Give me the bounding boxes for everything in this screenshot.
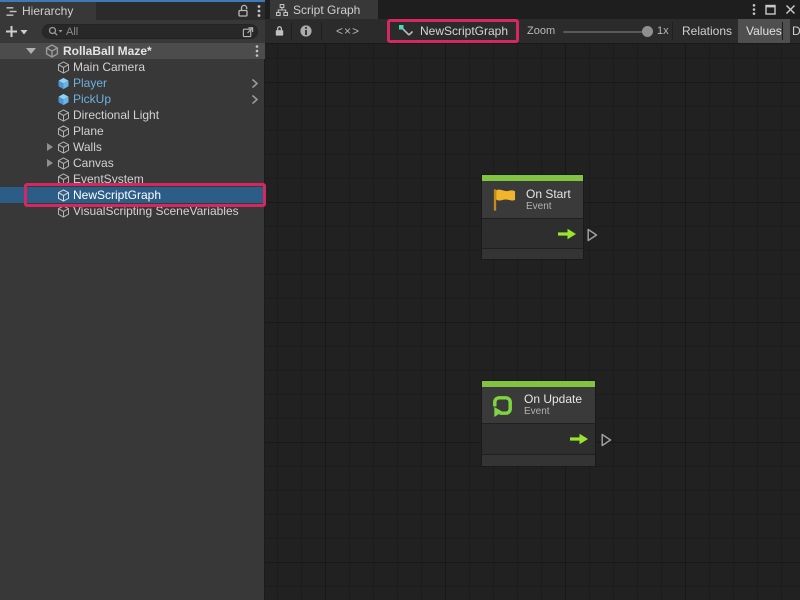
script-graph-tab-label: Script Graph <box>293 3 360 17</box>
maximize-icon[interactable] <box>765 4 776 15</box>
zoom-value: 1x <box>657 19 669 43</box>
trigger-output-arrow-icon[interactable] <box>558 228 577 240</box>
gameobject-cube-icon <box>56 188 70 202</box>
hierarchy-item-label: Plane <box>73 124 104 138</box>
graph-breadcrumb[interactable]: NewScriptGraph <box>387 19 519 43</box>
node-on-start[interactable]: On Start Event <box>481 174 584 260</box>
hierarchy-item-label: VisualScripting SceneVariables <box>73 204 239 218</box>
graph-tree-icon <box>276 4 288 16</box>
search-icon[interactable] <box>48 26 63 37</box>
zoom-slider-handle[interactable] <box>642 26 653 37</box>
info-icon <box>299 24 313 38</box>
node-footer <box>482 455 595 466</box>
loop-icon <box>490 393 515 418</box>
script-graph-tab-bar: Script Graph <box>265 0 800 19</box>
relations-toggle-button[interactable]: Relations <box>674 19 740 43</box>
gameobject-cube-icon <box>56 140 70 154</box>
trigger-output-arrow-icon[interactable] <box>570 433 589 445</box>
hierarchy-item-label: NewScriptGraph <box>73 188 161 202</box>
hierarchy-menu-kebab-icon[interactable] <box>257 4 261 18</box>
node-title: On Update <box>524 392 582 406</box>
node-on-update[interactable]: On Update Event <box>481 380 596 467</box>
script-graph-toolbar: <×> NewScriptGraph Zoom 1x Relations Val <box>265 19 800 44</box>
gameobject-cube-icon <box>56 108 70 122</box>
prefab-expand-chevron-icon[interactable] <box>251 78 259 89</box>
hierarchy-item-walls[interactable]: Walls <box>0 139 265 155</box>
hierarchy-item-newscriptgraph[interactable]: NewScriptGraph <box>0 187 265 203</box>
hierarchy-item-pickup[interactable]: PickUp <box>0 91 265 107</box>
scene-menu-kebab-icon[interactable] <box>255 44 259 58</box>
dropdown-caret-icon <box>20 29 28 35</box>
hierarchy-item-label: EventSystem <box>73 172 144 186</box>
hierarchy-toolbar <box>0 20 265 43</box>
dim-toggle-button[interactable]: Dim <box>784 19 800 43</box>
foldout-arrow-icon[interactable] <box>44 155 56 171</box>
zoom-slider-track[interactable] <box>563 31 650 33</box>
create-object-button[interactable] <box>5 25 28 38</box>
lock-icon <box>273 24 286 38</box>
hierarchy-item-main-camera[interactable]: Main Camera <box>0 59 265 75</box>
scene-name: RollaBall Maze* <box>63 44 152 58</box>
prefab-cube-icon <box>56 92 70 106</box>
flag-icon <box>490 187 517 213</box>
hierarchy-list-icon <box>6 6 17 17</box>
node-subtitle: Event <box>524 406 582 418</box>
hierarchy-item-player[interactable]: Player <box>0 75 265 91</box>
node-subtitle: Event <box>526 201 571 213</box>
unity-editor-window: Hierarchy <box>0 0 800 600</box>
scene-header-row[interactable]: RollaBall Maze* <box>0 43 265 59</box>
tab-script-graph[interactable]: Script Graph <box>270 0 378 19</box>
hierarchy-tab-bar: Hierarchy <box>0 0 265 20</box>
graph-lock-button[interactable] <box>270 19 288 43</box>
hierarchy-item-label: PickUp <box>73 92 111 106</box>
hierarchy-item-visualscripting-scenevariables[interactable]: VisualScripting SceneVariables <box>0 203 265 219</box>
window-menu-kebab-icon[interactable] <box>752 3 756 16</box>
graph-canvas[interactable]: On Start Event <box>265 44 800 600</box>
node-header[interactable]: On Update Event <box>482 387 595 424</box>
hierarchy-item-eventsystem[interactable]: EventSystem <box>0 171 265 187</box>
prefab-cube-icon <box>56 76 70 90</box>
hierarchy-item-plane[interactable]: Plane <box>0 123 265 139</box>
node-on-update-output-port[interactable] <box>601 433 612 447</box>
plus-icon <box>5 25 18 38</box>
foldout-arrow-icon[interactable] <box>44 139 56 155</box>
panel-focus-line <box>0 0 265 2</box>
unlock-icon[interactable] <box>237 4 249 18</box>
node-footer <box>482 249 583 259</box>
node-body[interactable] <box>482 219 583 249</box>
open-search-window-icon[interactable] <box>242 26 254 38</box>
hierarchy-tab-label: Hierarchy <box>22 4 73 18</box>
node-on-start-output-port[interactable] <box>587 228 598 242</box>
gameobject-cube-icon <box>56 60 70 74</box>
graph-pointer-icon <box>398 24 414 38</box>
hierarchy-item-label: Player <box>73 76 107 90</box>
hierarchy-item-directional-light[interactable]: Directional Light <box>0 107 265 123</box>
gameobject-cube-icon <box>56 172 70 186</box>
zoom-label: Zoom <box>527 19 555 43</box>
hierarchy-panel: Hierarchy <box>0 0 265 600</box>
node-title: On Start <box>526 187 571 201</box>
hierarchy-item-label: Main Camera <box>73 60 145 74</box>
gameobject-cube-icon <box>56 124 70 138</box>
prefab-expand-chevron-icon[interactable] <box>251 94 259 105</box>
unity-logo-icon <box>45 44 59 58</box>
close-icon[interactable] <box>785 4 796 15</box>
scene-foldout-icon[interactable] <box>25 48 37 54</box>
tab-hierarchy[interactable]: Hierarchy <box>0 2 96 20</box>
script-graph-panel: Script Graph <box>265 0 800 600</box>
hierarchy-item-label: Walls <box>73 140 102 154</box>
node-body[interactable] <box>482 424 595 455</box>
gameobject-cube-icon <box>56 156 70 170</box>
gameobject-cube-icon <box>56 204 70 218</box>
variables-glyph: <×> <box>336 24 360 38</box>
search-input[interactable] <box>66 26 242 38</box>
node-header[interactable]: On Start Event <box>482 181 583 219</box>
hierarchy-item-canvas[interactable]: Canvas <box>0 155 265 171</box>
graph-info-button[interactable] <box>295 19 317 43</box>
breadcrumb-graph-name: NewScriptGraph <box>420 24 508 38</box>
hierarchy-item-label: Directional Light <box>73 108 159 122</box>
graph-variables-button[interactable]: <×> <box>331 19 365 43</box>
hierarchy-item-label: Canvas <box>73 156 114 170</box>
hierarchy-search-field[interactable] <box>42 24 258 39</box>
